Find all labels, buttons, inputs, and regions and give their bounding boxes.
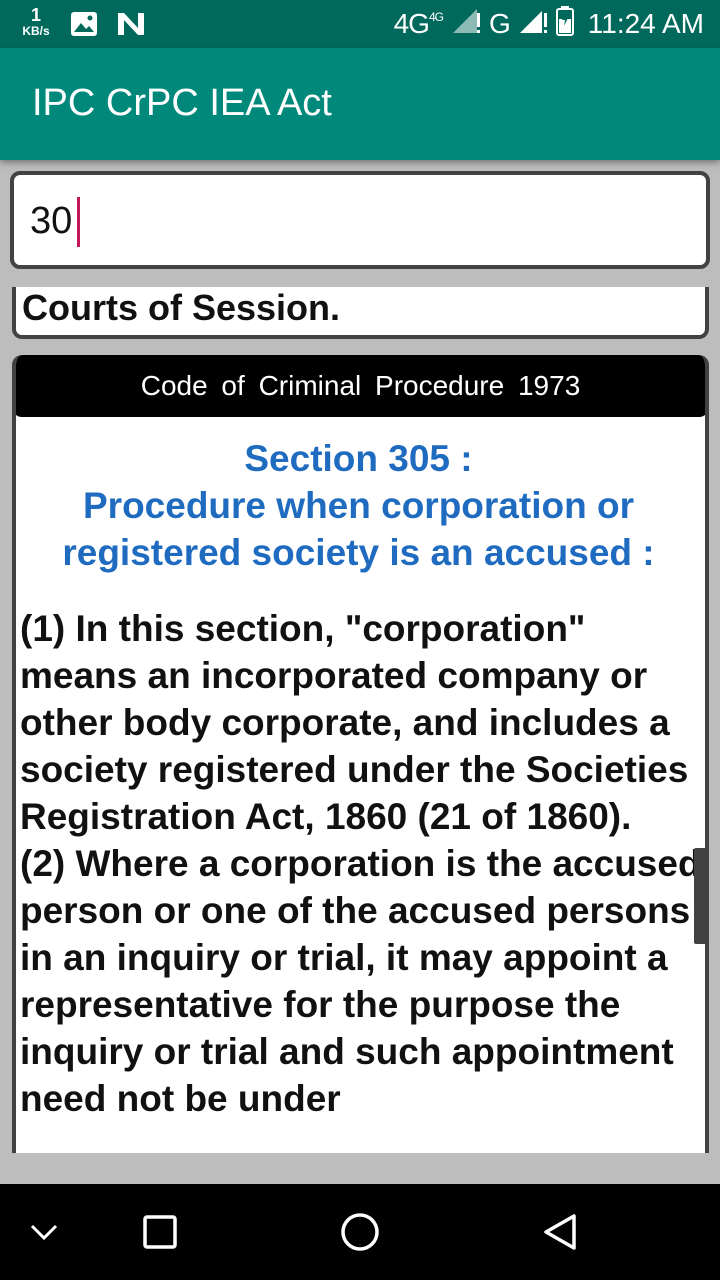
status-right: 4G4G G 11:24 AM [393, 5, 704, 43]
network-type-2: G [488, 8, 511, 39]
network-type: 4G4G [393, 8, 444, 40]
previous-result-text: Courts of Session. [22, 287, 341, 328]
network-speed-unit: KB/s [22, 24, 50, 38]
search-input[interactable] [30, 193, 690, 249]
back-icon[interactable] [532, 1204, 588, 1260]
previous-result-card[interactable]: Courts of Session. [12, 287, 709, 339]
recents-icon[interactable] [132, 1204, 188, 1260]
section-title-block: Section 305 : Procedure when corporation… [16, 435, 701, 576]
search-box[interactable] [10, 171, 710, 269]
app-title: IPC CrPC IEA Act [32, 82, 332, 124]
navigation-bar [0, 1184, 720, 1280]
act-header: Code of Criminal Procedure 1973 [16, 355, 705, 417]
result-card[interactable]: Code of Criminal Procedure 1973 Section … [12, 355, 709, 1185]
image-icon [70, 11, 98, 42]
section-body: (1) In this section, "corporation" means… [20, 608, 701, 1119]
scrollbar-thumb[interactable] [694, 848, 706, 944]
section-title: Procedure when corporation or registered… [62, 485, 655, 573]
chevron-down-icon[interactable] [16, 1204, 72, 1260]
n-notification-icon [116, 11, 148, 42]
section-number: Section 305 : [244, 438, 473, 479]
network-type-sup: 4G [428, 10, 444, 24]
list-bottom-gap [0, 1153, 720, 1185]
signal-icon-2 [518, 7, 548, 42]
network-speed-value: 1 [30, 5, 41, 25]
signal-icon [451, 7, 481, 42]
text-cursor [77, 197, 80, 247]
battery-icon [555, 5, 574, 43]
network-type-label: 4G [393, 8, 430, 39]
app-bar: IPC CrPC IEA Act [0, 48, 720, 160]
status-bar: 1 KB/s 4G4G G 11:24 AM [0, 0, 720, 48]
network-speed: 1 KB/s [18, 6, 54, 37]
clock: 11:24 AM [587, 8, 704, 39]
home-icon[interactable] [332, 1204, 388, 1260]
